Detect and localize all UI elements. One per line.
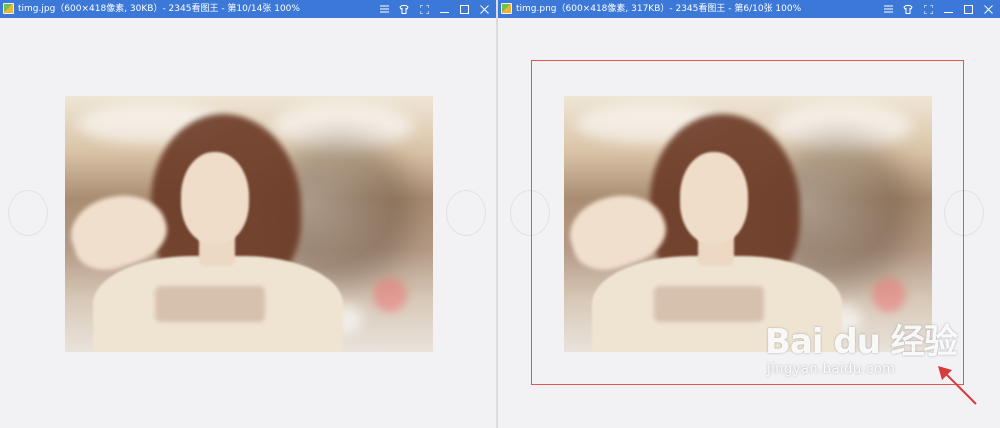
window-controls bbox=[374, 0, 494, 18]
app-icon bbox=[501, 3, 512, 14]
watermark-logo: Bai du 经验 bbox=[765, 322, 958, 362]
photo-shirt-print bbox=[155, 286, 265, 322]
displayed-photo bbox=[65, 96, 433, 352]
menu-icon[interactable] bbox=[374, 0, 394, 18]
close-icon[interactable] bbox=[474, 0, 494, 18]
minimize-icon[interactable] bbox=[434, 0, 454, 18]
fullscreen-icon[interactable] bbox=[414, 0, 434, 18]
baidu-jingyan-watermark: Bai du 经验 jingyan.baidu.com bbox=[765, 322, 985, 412]
window-controls bbox=[878, 0, 998, 18]
title-bar[interactable]: timg.jpg（600×418像素, 30KB）- 2345看图王 - 第10… bbox=[0, 0, 496, 18]
title-bar[interactable]: timg.png（600×418像素, 317KB）- 2345看图王 - 第6… bbox=[498, 0, 1000, 18]
skin-icon[interactable] bbox=[898, 0, 918, 18]
window-title: timg.jpg（600×418像素, 30KB）- 2345看图王 - 第10… bbox=[18, 4, 300, 14]
photo-face bbox=[181, 152, 249, 244]
maximize-icon[interactable] bbox=[454, 0, 474, 18]
menu-icon[interactable] bbox=[878, 0, 898, 18]
close-icon[interactable] bbox=[978, 0, 998, 18]
app-icon bbox=[3, 3, 14, 14]
photo-bokeh bbox=[373, 278, 407, 312]
next-image-arrow[interactable] bbox=[446, 190, 486, 236]
skin-icon[interactable] bbox=[394, 0, 414, 18]
maximize-icon[interactable] bbox=[958, 0, 978, 18]
window-title: timg.png（600×418像素, 317KB）- 2345看图王 - 第6… bbox=[516, 4, 802, 14]
prev-image-arrow[interactable] bbox=[8, 190, 48, 236]
minimize-icon[interactable] bbox=[938, 0, 958, 18]
watermark-url: jingyan.baidu.com bbox=[767, 362, 896, 377]
fullscreen-icon[interactable] bbox=[918, 0, 938, 18]
